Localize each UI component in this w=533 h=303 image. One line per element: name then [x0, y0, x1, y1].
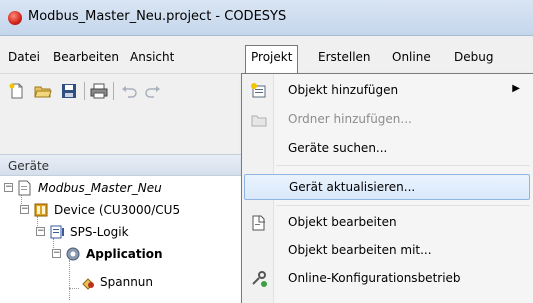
menu-online[interactable]: Online: [392, 50, 431, 64]
folder-icon: [250, 111, 268, 129]
edit-object-icon: [250, 214, 268, 232]
tree-node-label: SPS-Logik: [70, 225, 129, 239]
print-icon[interactable]: [90, 82, 108, 100]
menu-separator: [276, 165, 530, 166]
codesys-app-icon: [8, 11, 22, 25]
menu-projekt[interactable]: Projekt: [245, 45, 299, 74]
menu-item-objekt-bearbeiten[interactable]: Objekt bearbeiten: [244, 210, 530, 236]
toolbar-separator: [84, 82, 85, 100]
tree-node-label: Modbus_Master_Neu: [38, 181, 162, 195]
menu-debug[interactable]: Debug: [454, 50, 493, 64]
collapse-toggle[interactable]: −: [4, 183, 13, 192]
online-config-icon: [250, 270, 268, 288]
menu-bar: Datei Bearbeiten Ansicht Projekt Erstell…: [0, 36, 533, 74]
projekt-dropdown-menu: Objekt hinzufügen ▶ Ordner hinzufügen...…: [241, 73, 533, 303]
menu-item-label: Online-Konfigurationsbetrieb: [288, 271, 461, 285]
menu-erstellen[interactable]: Erstellen: [318, 50, 371, 64]
tree-node-label: Device (CU3000/CU5: [54, 203, 181, 217]
tree-node-label: Application: [86, 247, 163, 261]
undo-icon[interactable]: [120, 82, 138, 100]
menu-item-label: Gerät aktualisieren...: [289, 180, 416, 194]
menu-ansicht[interactable]: Ansicht: [130, 50, 174, 64]
menu-item-online-konfigurationsbetrieb[interactable]: Online-Konfigurationsbetrieb: [244, 266, 530, 292]
menu-item-geraete-suchen[interactable]: Geräte suchen...: [244, 136, 530, 162]
toolbar-separator: [113, 82, 114, 100]
project-icon: [17, 180, 33, 196]
menu-item-label: Objekt bearbeiten: [288, 215, 397, 229]
application-icon: [65, 246, 81, 262]
plc-logic-icon: [49, 224, 65, 240]
menu-item-label: Geräte suchen...: [288, 141, 388, 155]
menu-datei[interactable]: Datei: [8, 50, 40, 64]
submenu-arrow-icon: ▶: [512, 83, 520, 94]
menu-item-objekt-hinzufuegen[interactable]: Objekt hinzufügen ▶: [244, 78, 530, 104]
menu-item-ordner-hinzufuegen[interactable]: Ordner hinzufügen...: [244, 107, 530, 133]
menu-item-label: Objekt bearbeiten mit...: [288, 243, 432, 257]
redo-icon[interactable]: [144, 82, 162, 100]
new-file-icon[interactable]: [8, 82, 26, 100]
tree-node-label: Spannun: [100, 275, 154, 289]
collapse-toggle[interactable]: −: [20, 205, 29, 214]
devices-panel-title: Geräte: [8, 159, 50, 173]
save-icon[interactable]: [60, 82, 78, 100]
title-bar: Modbus_Master_Neu.project - CODESYS: [0, 0, 533, 36]
device-icon: [33, 202, 49, 218]
menu-item-label: Ordner hinzufügen...: [288, 112, 412, 126]
menu-separator: [276, 205, 530, 206]
tree-line: [69, 288, 79, 289]
open-folder-icon[interactable]: [34, 82, 52, 100]
collapse-toggle[interactable]: −: [36, 227, 45, 236]
add-object-icon: [250, 82, 268, 100]
collapse-toggle[interactable]: −: [52, 249, 61, 258]
menu-bearbeiten[interactable]: Bearbeiten: [53, 50, 119, 64]
menu-item-label: Objekt hinzufügen: [288, 83, 399, 97]
menu-item-objekt-bearbeiten-mit[interactable]: Objekt bearbeiten mit...: [244, 238, 530, 264]
window-title: Modbus_Master_Neu.project - CODESYS: [28, 9, 287, 24]
tree-line: [69, 260, 70, 300]
menu-item-geraet-aktualisieren[interactable]: Gerät aktualisieren...: [244, 174, 530, 200]
pou-icon: [80, 274, 96, 290]
